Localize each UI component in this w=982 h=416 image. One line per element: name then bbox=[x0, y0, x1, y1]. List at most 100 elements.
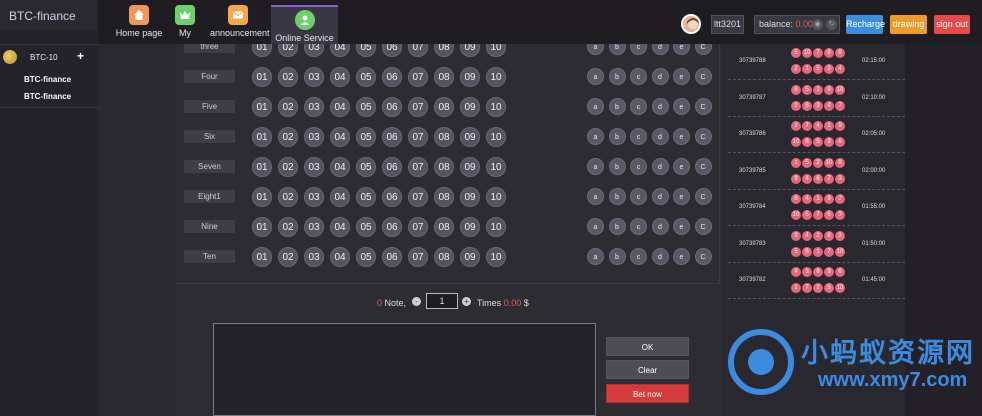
number-ball[interactable]: 08 bbox=[434, 97, 454, 117]
number-ball[interactable]: 10 bbox=[486, 187, 506, 207]
option-ball[interactable]: b bbox=[608, 128, 626, 145]
option-ball[interactable]: d bbox=[651, 158, 669, 175]
number-ball[interactable]: 10 bbox=[486, 127, 506, 147]
decrease-times-button[interactable]: - bbox=[412, 297, 421, 306]
number-ball[interactable]: 09 bbox=[460, 187, 480, 207]
option-ball[interactable]: d bbox=[651, 188, 669, 205]
number-ball[interactable]: 05 bbox=[356, 217, 376, 237]
option-ball[interactable]: c bbox=[630, 68, 647, 85]
number-ball[interactable]: 08 bbox=[434, 187, 454, 207]
number-ball[interactable]: 08 bbox=[434, 127, 454, 147]
option-ball[interactable]: e bbox=[673, 218, 690, 235]
number-ball[interactable]: 07 bbox=[408, 67, 428, 87]
number-ball[interactable]: 07 bbox=[408, 97, 428, 117]
number-ball[interactable]: 09 bbox=[460, 247, 480, 267]
number-ball[interactable]: 06 bbox=[382, 247, 402, 267]
number-ball[interactable]: 04 bbox=[330, 97, 350, 117]
option-ball[interactable]: a bbox=[587, 128, 604, 145]
option-ball[interactable]: d bbox=[651, 68, 669, 85]
number-ball[interactable]: 07 bbox=[408, 217, 428, 237]
number-ball[interactable]: 08 bbox=[434, 247, 454, 267]
option-ball[interactable]: C bbox=[694, 98, 712, 115]
bet-list-area[interactable] bbox=[213, 323, 596, 416]
option-ball[interactable]: e bbox=[673, 188, 690, 205]
number-ball[interactable]: 09 bbox=[460, 97, 480, 117]
bet-now-button[interactable]: Bet now bbox=[606, 384, 689, 403]
option-ball[interactable]: c bbox=[630, 128, 647, 145]
refresh-icon[interactable]: ↻ bbox=[826, 19, 837, 30]
number-ball[interactable]: 08 bbox=[434, 67, 454, 87]
number-ball[interactable]: 04 bbox=[330, 127, 350, 147]
option-ball[interactable]: a bbox=[587, 158, 604, 175]
number-ball[interactable]: 03 bbox=[304, 157, 324, 177]
option-ball[interactable]: b bbox=[608, 68, 626, 85]
number-ball[interactable]: 09 bbox=[460, 217, 480, 237]
number-ball[interactable]: 03 bbox=[304, 217, 324, 237]
number-ball[interactable]: 02 bbox=[278, 217, 298, 237]
number-ball[interactable]: 05 bbox=[356, 157, 376, 177]
number-ball[interactable]: 02 bbox=[278, 127, 298, 147]
option-ball[interactable]: d bbox=[651, 128, 669, 145]
number-ball[interactable]: 10 bbox=[486, 157, 506, 177]
number-ball[interactable]: 04 bbox=[330, 187, 350, 207]
number-ball[interactable]: 01 bbox=[252, 67, 272, 87]
number-ball[interactable]: 07 bbox=[408, 247, 428, 267]
number-ball[interactable]: 06 bbox=[382, 187, 402, 207]
number-ball[interactable]: 10 bbox=[486, 67, 506, 87]
number-ball[interactable]: 05 bbox=[356, 127, 376, 147]
number-ball[interactable]: 08 bbox=[434, 217, 454, 237]
number-ball[interactable]: 08 bbox=[434, 157, 454, 177]
number-ball[interactable]: 01 bbox=[252, 157, 272, 177]
option-ball[interactable]: C bbox=[694, 188, 712, 205]
times-input[interactable] bbox=[426, 293, 458, 309]
option-ball[interactable]: a bbox=[587, 98, 604, 115]
number-ball[interactable]: 04 bbox=[330, 157, 350, 177]
number-ball[interactable]: 03 bbox=[304, 67, 324, 87]
option-ball[interactable]: c bbox=[630, 248, 647, 265]
option-ball[interactable]: d bbox=[651, 218, 669, 235]
option-ball[interactable]: b bbox=[608, 188, 626, 205]
number-ball[interactable]: 04 bbox=[330, 247, 350, 267]
number-ball[interactable]: 02 bbox=[278, 247, 298, 267]
number-ball[interactable]: 06 bbox=[382, 157, 402, 177]
clear-button[interactable]: Clear bbox=[606, 360, 689, 379]
option-ball[interactable]: b bbox=[608, 218, 626, 235]
number-ball[interactable]: 02 bbox=[278, 157, 298, 177]
number-ball[interactable]: 01 bbox=[252, 187, 272, 207]
option-ball[interactable]: C bbox=[694, 158, 712, 175]
option-ball[interactable]: e bbox=[673, 98, 690, 115]
option-ball[interactable]: d bbox=[651, 248, 669, 265]
nav-announcement[interactable]: announcement bbox=[210, 5, 270, 43]
number-ball[interactable]: 01 bbox=[252, 97, 272, 117]
option-ball[interactable]: C bbox=[694, 218, 712, 235]
nav-home-page[interactable]: Home page bbox=[115, 5, 163, 43]
option-ball[interactable]: C bbox=[694, 248, 712, 265]
option-ball[interactable]: C bbox=[694, 128, 712, 145]
option-ball[interactable]: a bbox=[587, 188, 604, 205]
option-ball[interactable]: b bbox=[608, 248, 626, 265]
number-ball[interactable]: 01 bbox=[252, 127, 272, 147]
number-ball[interactable]: 06 bbox=[382, 97, 402, 117]
option-ball[interactable]: b bbox=[608, 158, 626, 175]
increase-times-button[interactable]: + bbox=[462, 297, 471, 306]
number-ball[interactable]: 03 bbox=[304, 97, 324, 117]
number-ball[interactable]: 05 bbox=[356, 97, 376, 117]
nav-online-service[interactable]: Online Service bbox=[271, 5, 338, 44]
option-ball[interactable]: a bbox=[587, 248, 604, 265]
number-ball[interactable]: 02 bbox=[278, 187, 298, 207]
option-ball[interactable]: a bbox=[587, 218, 604, 235]
option-ball[interactable]: e bbox=[673, 158, 690, 175]
number-ball[interactable]: 02 bbox=[278, 67, 298, 87]
option-ball[interactable]: c bbox=[630, 218, 647, 235]
option-ball[interactable]: c bbox=[630, 188, 647, 205]
username-box[interactable]: ltt3201 bbox=[711, 15, 744, 34]
number-ball[interactable]: 06 bbox=[382, 217, 402, 237]
option-ball[interactable]: d bbox=[651, 98, 669, 115]
ok-button[interactable]: OK bbox=[606, 337, 689, 356]
option-ball[interactable]: e bbox=[673, 128, 690, 145]
number-ball[interactable]: 01 bbox=[252, 247, 272, 267]
number-ball[interactable]: 01 bbox=[252, 217, 272, 237]
number-ball[interactable]: 04 bbox=[330, 217, 350, 237]
option-ball[interactable]: e bbox=[673, 68, 690, 85]
number-ball[interactable]: 09 bbox=[460, 157, 480, 177]
